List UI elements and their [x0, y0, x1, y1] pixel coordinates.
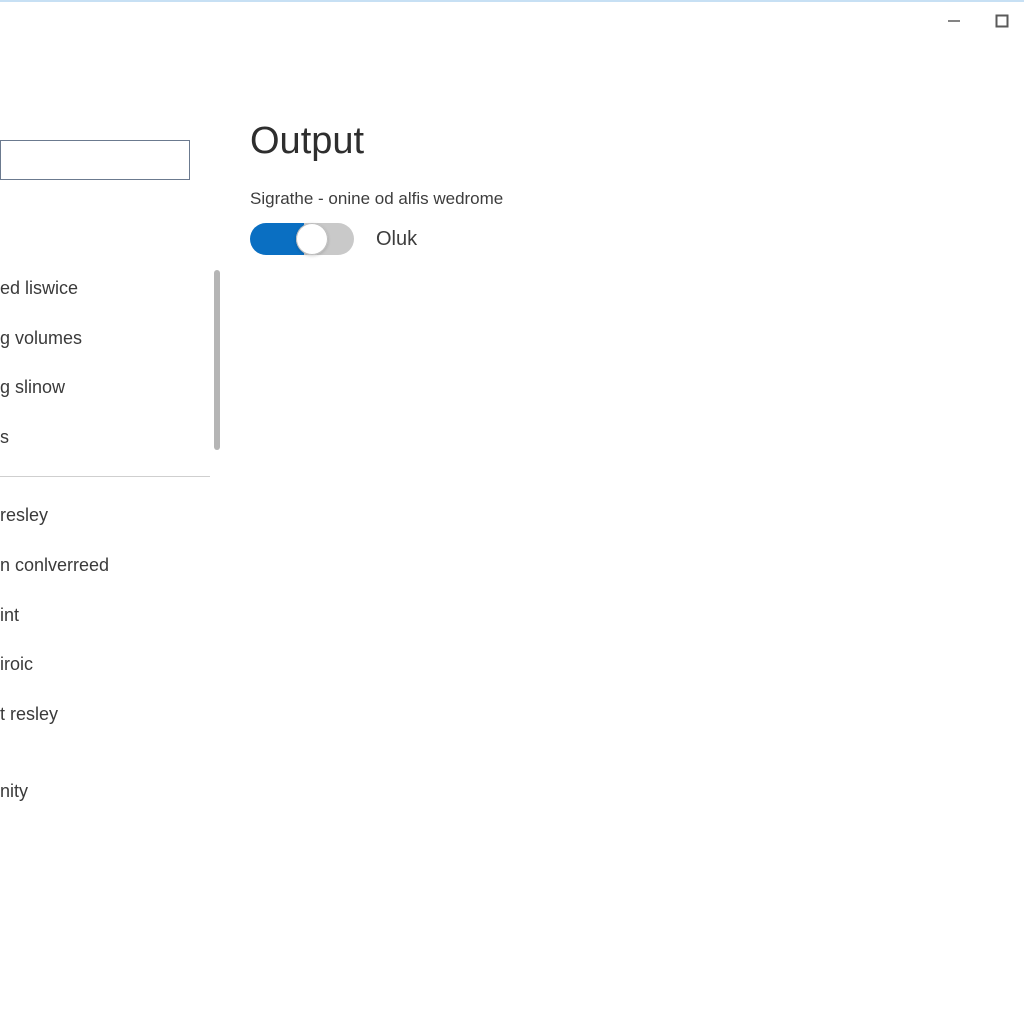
sidebar-nav-group-b: resley n conlverreed int iroic t resley …	[0, 491, 220, 817]
maximize-button[interactable]	[992, 11, 1012, 31]
toggle-state-label: Oluk	[376, 228, 417, 251]
toggle-knob-icon	[296, 223, 328, 255]
search-input-wrapper[interactable]	[0, 140, 190, 180]
output-toggle[interactable]	[250, 223, 354, 255]
setting-description: Sigrathe - onine od alfis wedrome	[250, 189, 984, 209]
sidebar-item[interactable]: g slinow	[0, 363, 220, 413]
sidebar-item[interactable]: s	[0, 413, 220, 463]
sidebar-nav-group-a: ed liswice g volumes g slinow s	[0, 208, 220, 462]
sidebar: ed liswice g volumes g slinow s resley n…	[0, 40, 220, 1024]
sidebar-item[interactable]: nity	[0, 767, 220, 817]
page-heading: Output	[250, 120, 984, 163]
sidebar-item[interactable]: ed liswice	[0, 264, 220, 314]
window-titlebar	[0, 0, 1024, 40]
sidebar-item[interactable]	[0, 208, 220, 236]
sidebar-scrollbar[interactable]	[214, 270, 220, 450]
sidebar-item[interactable]: iroic	[0, 640, 220, 690]
sidebar-divider	[0, 476, 210, 477]
minimize-button[interactable]	[944, 11, 964, 31]
sidebar-item[interactable]: g volumes	[0, 314, 220, 364]
minimize-icon	[947, 14, 961, 28]
sidebar-item[interactable]	[0, 739, 220, 767]
sidebar-item[interactable]: n conlverreed	[0, 541, 220, 591]
search-input[interactable]	[0, 141, 179, 179]
maximize-icon	[995, 14, 1009, 28]
sidebar-item[interactable]: resley	[0, 491, 220, 541]
main-content: Output Sigrathe - onine od alfis wedrome…	[220, 40, 1024, 1024]
sidebar-item[interactable]	[0, 236, 220, 264]
sidebar-item[interactable]: t resley	[0, 690, 220, 740]
sidebar-item[interactable]: int	[0, 591, 220, 641]
